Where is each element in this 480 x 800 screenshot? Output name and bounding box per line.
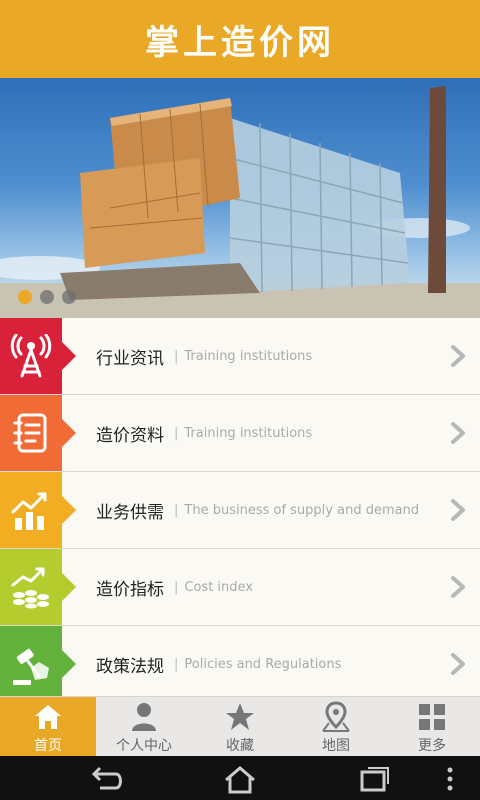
menu-item-separator: | xyxy=(174,425,179,441)
menu-item-title: 业务供需 xyxy=(96,502,164,523)
growth-chart-icon xyxy=(0,472,76,548)
chevron-right-icon xyxy=(451,576,465,598)
app-title: 掌上造价网 xyxy=(145,22,335,63)
menu-item-industry-news[interactable]: 行业资讯 | Training institutions xyxy=(0,318,480,395)
menu-item-title: 造价指标 xyxy=(96,579,164,600)
broadcast-tower-icon xyxy=(0,318,76,394)
chevron-right-icon xyxy=(451,499,465,521)
coins-trend-icon xyxy=(0,549,76,625)
home-nav-icon[interactable] xyxy=(220,764,260,794)
menu-item-subtitle: Policies and Regulations xyxy=(184,656,342,672)
app-header: 掌上造价网 xyxy=(0,0,480,78)
menu-item-separator: | xyxy=(174,502,179,518)
menu-item-separator: | xyxy=(174,579,179,595)
grid-icon xyxy=(419,704,445,730)
carousel-indicators xyxy=(18,290,76,304)
chevron-right-icon xyxy=(451,653,465,675)
category-menu: 行业资讯 | Training institutions 造价资料 | Trai… xyxy=(0,318,480,703)
chevron-right-icon xyxy=(451,422,465,444)
recent-apps-icon[interactable] xyxy=(354,764,394,794)
tab-map[interactable]: 地图 xyxy=(288,697,384,757)
system-nav-bar xyxy=(0,756,480,800)
menu-item-title: 政策法规 xyxy=(96,656,164,677)
gavel-icon xyxy=(0,626,76,702)
menu-item-subtitle: The business of supply and demand xyxy=(184,502,420,518)
carousel-dot[interactable] xyxy=(18,290,32,304)
tab-label: 地图 xyxy=(322,738,350,754)
building-photo xyxy=(0,86,480,318)
chevron-right-icon xyxy=(451,345,465,367)
bottom-tab-bar: 首页 个人中心 收藏 地图 更多 xyxy=(0,696,480,757)
menu-item-subtitle: Cost index xyxy=(184,579,253,595)
star-icon xyxy=(226,703,254,730)
menu-item-cost-index[interactable]: 造价指标 | Cost index xyxy=(0,549,480,626)
map-pin-icon xyxy=(322,701,350,732)
home-icon xyxy=(35,705,61,729)
person-icon xyxy=(132,703,156,731)
tab-label: 收藏 xyxy=(226,738,254,754)
tab-profile[interactable]: 个人中心 xyxy=(96,697,192,757)
carousel-dot[interactable] xyxy=(62,290,76,304)
menu-item-subtitle: Training institutions xyxy=(184,425,313,441)
menu-item-policies[interactable]: 政策法规 | Policies and Regulations xyxy=(0,626,480,703)
back-icon[interactable] xyxy=(86,764,126,794)
tab-more[interactable]: 更多 xyxy=(384,697,480,757)
banner-carousel[interactable] xyxy=(0,78,480,318)
menu-item-separator: | xyxy=(174,656,179,672)
menu-item-title: 行业资讯 xyxy=(96,348,164,369)
tab-favorites[interactable]: 收藏 xyxy=(192,697,288,757)
tab-label: 个人中心 xyxy=(116,738,172,754)
menu-item-separator: | xyxy=(174,348,179,364)
carousel-dot[interactable] xyxy=(40,290,54,304)
menu-item-subtitle: Training institutions xyxy=(184,348,313,364)
menu-item-supply-demand[interactable]: 业务供需 | The business of supply and demand xyxy=(0,472,480,549)
menu-item-cost-materials[interactable]: 造价资料 | Training institutions xyxy=(0,395,480,472)
overflow-menu-icon[interactable] xyxy=(440,764,460,794)
tab-label: 首页 xyxy=(34,738,62,754)
menu-item-title: 造价资料 xyxy=(96,425,164,446)
notebook-icon xyxy=(0,395,76,471)
tab-home[interactable]: 首页 xyxy=(0,697,96,757)
tab-label: 更多 xyxy=(418,738,446,754)
